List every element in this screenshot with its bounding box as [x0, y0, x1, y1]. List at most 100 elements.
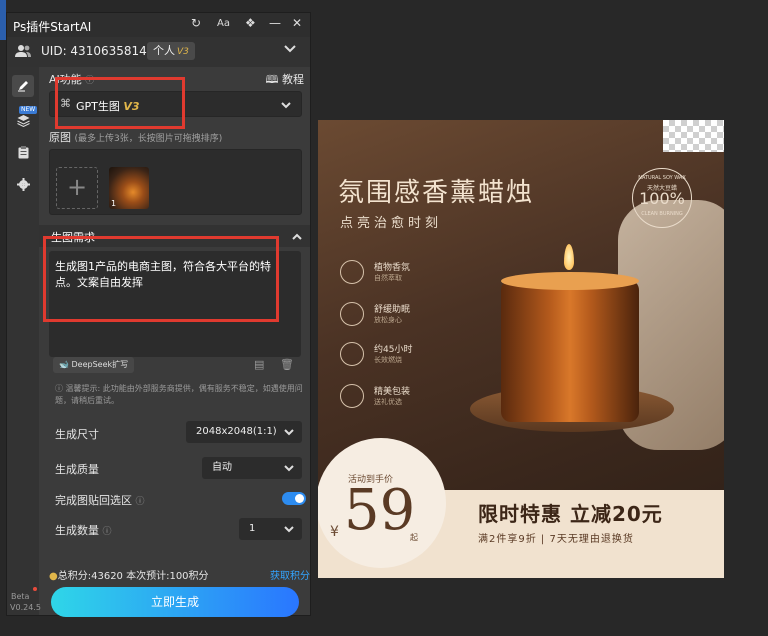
- plan-badge: 个人 V3: [147, 42, 195, 60]
- feature-sub: 放松身心: [374, 316, 402, 324]
- info-icon: ⓘ: [135, 497, 145, 507]
- candle-jar: [501, 280, 639, 422]
- deepseek-expand-button[interactable]: 🐋 DeepSeek扩写: [53, 357, 135, 373]
- sidebar-item-settings[interactable]: [12, 173, 34, 195]
- seal-bottom: CLEAN BURNING: [641, 211, 683, 217]
- feature-sub: 送礼优选: [374, 398, 402, 406]
- feature-title: 精美包装: [374, 387, 411, 397]
- bed-icon: [340, 302, 364, 326]
- size-label: 生成尺寸: [55, 428, 99, 441]
- size-select[interactable]: 2048x2048(1:1): [186, 421, 302, 443]
- sidebar-item-brush[interactable]: [12, 75, 34, 97]
- price-suffix: 起: [410, 533, 418, 542]
- count-value: 1: [249, 523, 256, 534]
- feature-sub: 自然萃取: [374, 274, 402, 282]
- generate-button[interactable]: 立即生成: [51, 587, 299, 617]
- paste-back-label: 完成图贴回选区 ⓘ: [55, 492, 145, 508]
- plan-label: 个人: [153, 44, 175, 57]
- chevron-up-icon: [292, 233, 302, 240]
- source-image-hint: (最多上传3张，长按图片可拖拽排序): [74, 134, 223, 144]
- promo-subtitle: 满2件享9折 | 7天无理由退换货: [478, 534, 634, 545]
- source-image-text: 原图: [49, 131, 71, 144]
- book-icon: 🕮: [265, 73, 279, 86]
- candle-top: [501, 272, 639, 290]
- new-badge: NEW: [19, 106, 38, 114]
- beta-label: Beta: [11, 592, 30, 601]
- candle-flame: [564, 244, 574, 270]
- seal-top: NATURAL SOY WAX: [638, 175, 686, 181]
- version-label: V0.24.5: [10, 603, 41, 612]
- deepseek-icon: 🐋: [59, 360, 69, 369]
- panel-content: AI功能 ⓘ 🕮 教程 ⌘ GPT生图 V3 原图 (最多上传3张，长按图片可拖…: [39, 67, 310, 617]
- annotation-box-model: [55, 77, 185, 129]
- paste-back-toggle[interactable]: [282, 492, 306, 505]
- feature-sub: 长效燃烧: [374, 356, 402, 364]
- coin-icon: ●: [49, 571, 58, 582]
- gear-icon: [16, 177, 30, 191]
- chevron-down-icon: [281, 102, 291, 109]
- tutorial-link[interactable]: 🕮 教程: [266, 71, 304, 90]
- canvas-poster: 氛围感香薰蜡烛 点亮治愈时刻 NATURAL SOY WAX 天然大豆蜡 100…: [318, 120, 724, 578]
- paste-back-text: 完成图贴回选区: [55, 494, 132, 507]
- refresh-icon[interactable]: ↻: [191, 16, 201, 30]
- user-bar: UID: 4310635814 个人 V3: [7, 37, 310, 67]
- toggle-knob: [295, 494, 304, 503]
- gift-icon: [340, 384, 364, 408]
- promo-title: 限时特惠 立减20元: [478, 502, 663, 526]
- user-icon: [15, 45, 31, 57]
- poster-subtitle: 点亮治愈时刻: [340, 216, 443, 231]
- get-points-link[interactable]: 获取积分: [270, 567, 310, 582]
- chevron-down-icon: [284, 526, 294, 533]
- minimize-icon[interactable]: —: [269, 16, 281, 30]
- thumb-index: 1: [111, 199, 117, 208]
- annotation-box-prompt: [43, 236, 279, 322]
- points-text: 总积分:43620 本次预计:100积分: [57, 571, 209, 582]
- chevron-down-icon: [284, 429, 294, 436]
- trash-icon[interactable]: 🗑: [280, 358, 294, 371]
- count-select[interactable]: 1: [239, 518, 302, 540]
- sidebar-item-clipboard[interactable]: [12, 141, 34, 163]
- app-title: Ps插件StartAI: [13, 20, 92, 34]
- layers-icon: [16, 114, 30, 127]
- source-image-label: 原图 (最多上传3张，长按图片可拖拽排序): [49, 129, 222, 145]
- transparency-checker-top: [663, 120, 724, 152]
- leaf-icon: [340, 260, 364, 284]
- price-currency: ¥: [330, 524, 339, 540]
- quality-select[interactable]: 自动: [202, 457, 302, 479]
- close-icon[interactable]: ✕: [292, 16, 302, 30]
- deepseek-label: DeepSeek扩写: [71, 360, 129, 369]
- pin-icon[interactable]: ❖: [245, 16, 256, 30]
- warning-icon: ⓘ: [55, 384, 63, 393]
- chevron-down-icon[interactable]: [284, 45, 296, 53]
- beta-dot: [33, 587, 37, 591]
- plan-version: V3: [177, 47, 189, 57]
- source-thumbnail[interactable]: 1: [109, 167, 149, 209]
- tutorial-text: 教程: [282, 73, 304, 86]
- info-icon: ⓘ: [102, 527, 112, 537]
- clipboard-icon: [18, 145, 28, 158]
- feature-title: 舒缓助眠: [374, 305, 411, 315]
- quality-value: 自动: [212, 462, 232, 473]
- soy-wax-seal: NATURAL SOY WAX 天然大豆蜡 100% CLEAN BURNING: [632, 168, 692, 228]
- seal-percent: 100%: [639, 189, 685, 208]
- count-text: 生成数量: [55, 524, 99, 537]
- poster-title: 氛围感香薰蜡烛: [338, 178, 535, 208]
- feature-title: 约45小时: [374, 345, 413, 355]
- font-size-icon[interactable]: Aa: [217, 18, 230, 29]
- clock-icon: [340, 342, 364, 366]
- quality-label: 生成质量: [55, 463, 99, 476]
- panel-titlebar[interactable]: Ps插件StartAI ↻ Aa ❖ — ✕: [7, 13, 310, 37]
- chevron-down-icon: [284, 465, 294, 472]
- count-label: 生成数量 ⓘ: [55, 522, 112, 538]
- brush-icon: [18, 81, 28, 92]
- feature-title: 植物香氛: [374, 263, 411, 273]
- notice-text: ⓘ 温馨提示: 此功能由外部服务商提供，偶有服务不稳定，如遇使用问题，请稍后重试…: [55, 383, 305, 407]
- uid-text: UID: 4310635814: [41, 44, 147, 58]
- price-value: 59: [344, 478, 416, 543]
- points-summary: ●总积分:43620 本次预计:100积分: [49, 567, 209, 582]
- sidebar: NEW Beta V0.24.5: [7, 67, 41, 615]
- add-image-button[interactable]: +: [56, 167, 98, 209]
- notice-body: 温馨提示: 此功能由外部服务商提供，偶有服务不稳定，如遇使用问题，请稍后重试。: [55, 384, 303, 405]
- image-insert-icon[interactable]: ▤: [254, 358, 264, 371]
- size-value: 2048x2048(1:1): [196, 426, 277, 437]
